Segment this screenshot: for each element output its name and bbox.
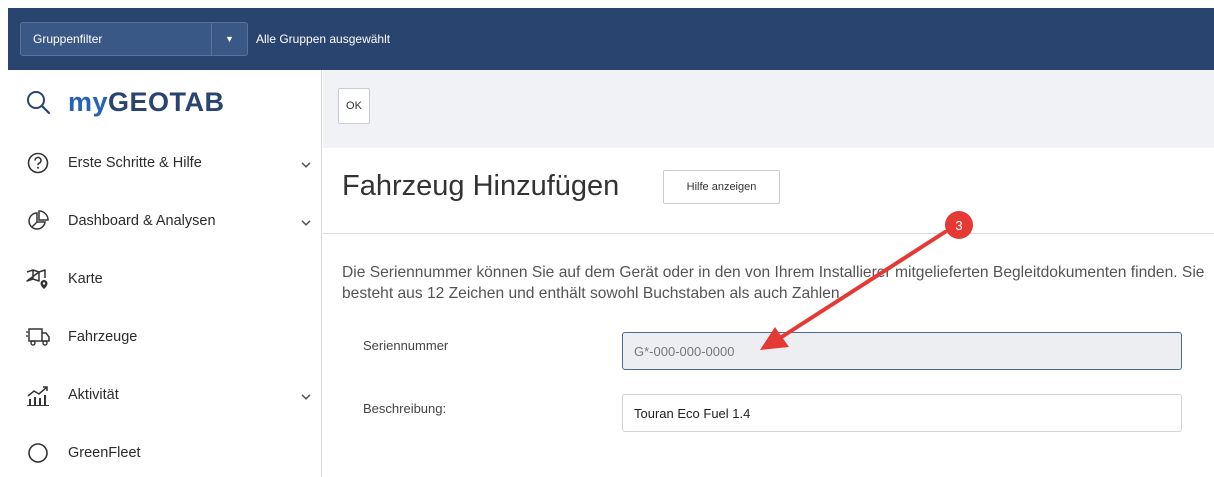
app-window: Gruppenfilter ▼ Alle Gruppen ausgewählt … bbox=[0, 0, 1214, 477]
sidebar-item-label: Aktivität bbox=[68, 387, 119, 403]
sidebar: myGEOTAB Erste Schritte & Hilfe Dashboar… bbox=[8, 70, 322, 477]
serial-number-label: Seriennummer bbox=[363, 338, 449, 353]
chevron-down-icon bbox=[301, 156, 311, 174]
main-content: OK Fahrzeug Hinzufügen Hilfe anzeigen Di… bbox=[323, 70, 1214, 477]
sidebar-item-dashboard[interactable]: Dashboard & Analysen bbox=[8, 192, 321, 250]
ok-button[interactable]: OK bbox=[338, 88, 370, 124]
pie-chart-icon bbox=[8, 210, 68, 232]
serial-number-input[interactable] bbox=[622, 332, 1182, 370]
serial-number-description: Die Seriennummer können Sie auf dem Gerä… bbox=[342, 264, 1205, 302]
sidebar-item-label: Karte bbox=[68, 271, 103, 287]
chevron-down-icon bbox=[301, 388, 311, 406]
mygeotab-logo[interactable]: myGEOTAB bbox=[68, 87, 225, 118]
top-bar: Gruppenfilter ▼ Alle Gruppen ausgewählt bbox=[8, 8, 1214, 70]
page-toolbar: OK bbox=[323, 70, 1214, 148]
sidebar-item-label: Fahrzeuge bbox=[68, 329, 138, 345]
sidebar-item-fahrzeuge[interactable]: Fahrzeuge bbox=[8, 308, 321, 366]
sidebar-item-label: Erste Schritte & Hilfe bbox=[68, 155, 202, 171]
group-filter-summary: Alle Gruppen ausgewählt bbox=[256, 32, 391, 46]
chevron-down-icon bbox=[301, 214, 311, 232]
activity-chart-icon bbox=[8, 384, 68, 406]
description-label: Beschreibung: bbox=[363, 401, 447, 416]
group-filter-label: Gruppenfilter bbox=[33, 32, 103, 46]
sidebar-item-aktivitaet[interactable]: Aktivität bbox=[8, 366, 321, 424]
description-input[interactable] bbox=[622, 394, 1182, 432]
group-filter-dropdown[interactable]: Gruppenfilter ▼ bbox=[20, 22, 248, 56]
sidebar-item-erste-schritte[interactable]: Erste Schritte & Hilfe bbox=[8, 134, 321, 192]
map-icon bbox=[8, 268, 68, 290]
chevron-down-icon[interactable]: ▼ bbox=[211, 23, 247, 55]
sidebar-item-label: GreenFleet bbox=[68, 445, 141, 461]
sidebar-item-karte[interactable]: Karte bbox=[8, 250, 321, 308]
divider bbox=[323, 233, 1214, 234]
circle-icon bbox=[8, 442, 68, 464]
page-title: Fahrzeug Hinzufügen bbox=[342, 170, 620, 202]
search-icon[interactable] bbox=[8, 89, 68, 115]
sidebar-item-label: Dashboard & Analysen bbox=[68, 213, 216, 229]
truck-icon bbox=[8, 327, 68, 347]
sidebar-header: myGEOTAB bbox=[8, 70, 321, 134]
show-help-button[interactable]: Hilfe anzeigen bbox=[663, 170, 780, 204]
help-circle-icon bbox=[8, 152, 68, 174]
sidebar-item-greenfleet[interactable]: GreenFleet bbox=[8, 424, 321, 477]
